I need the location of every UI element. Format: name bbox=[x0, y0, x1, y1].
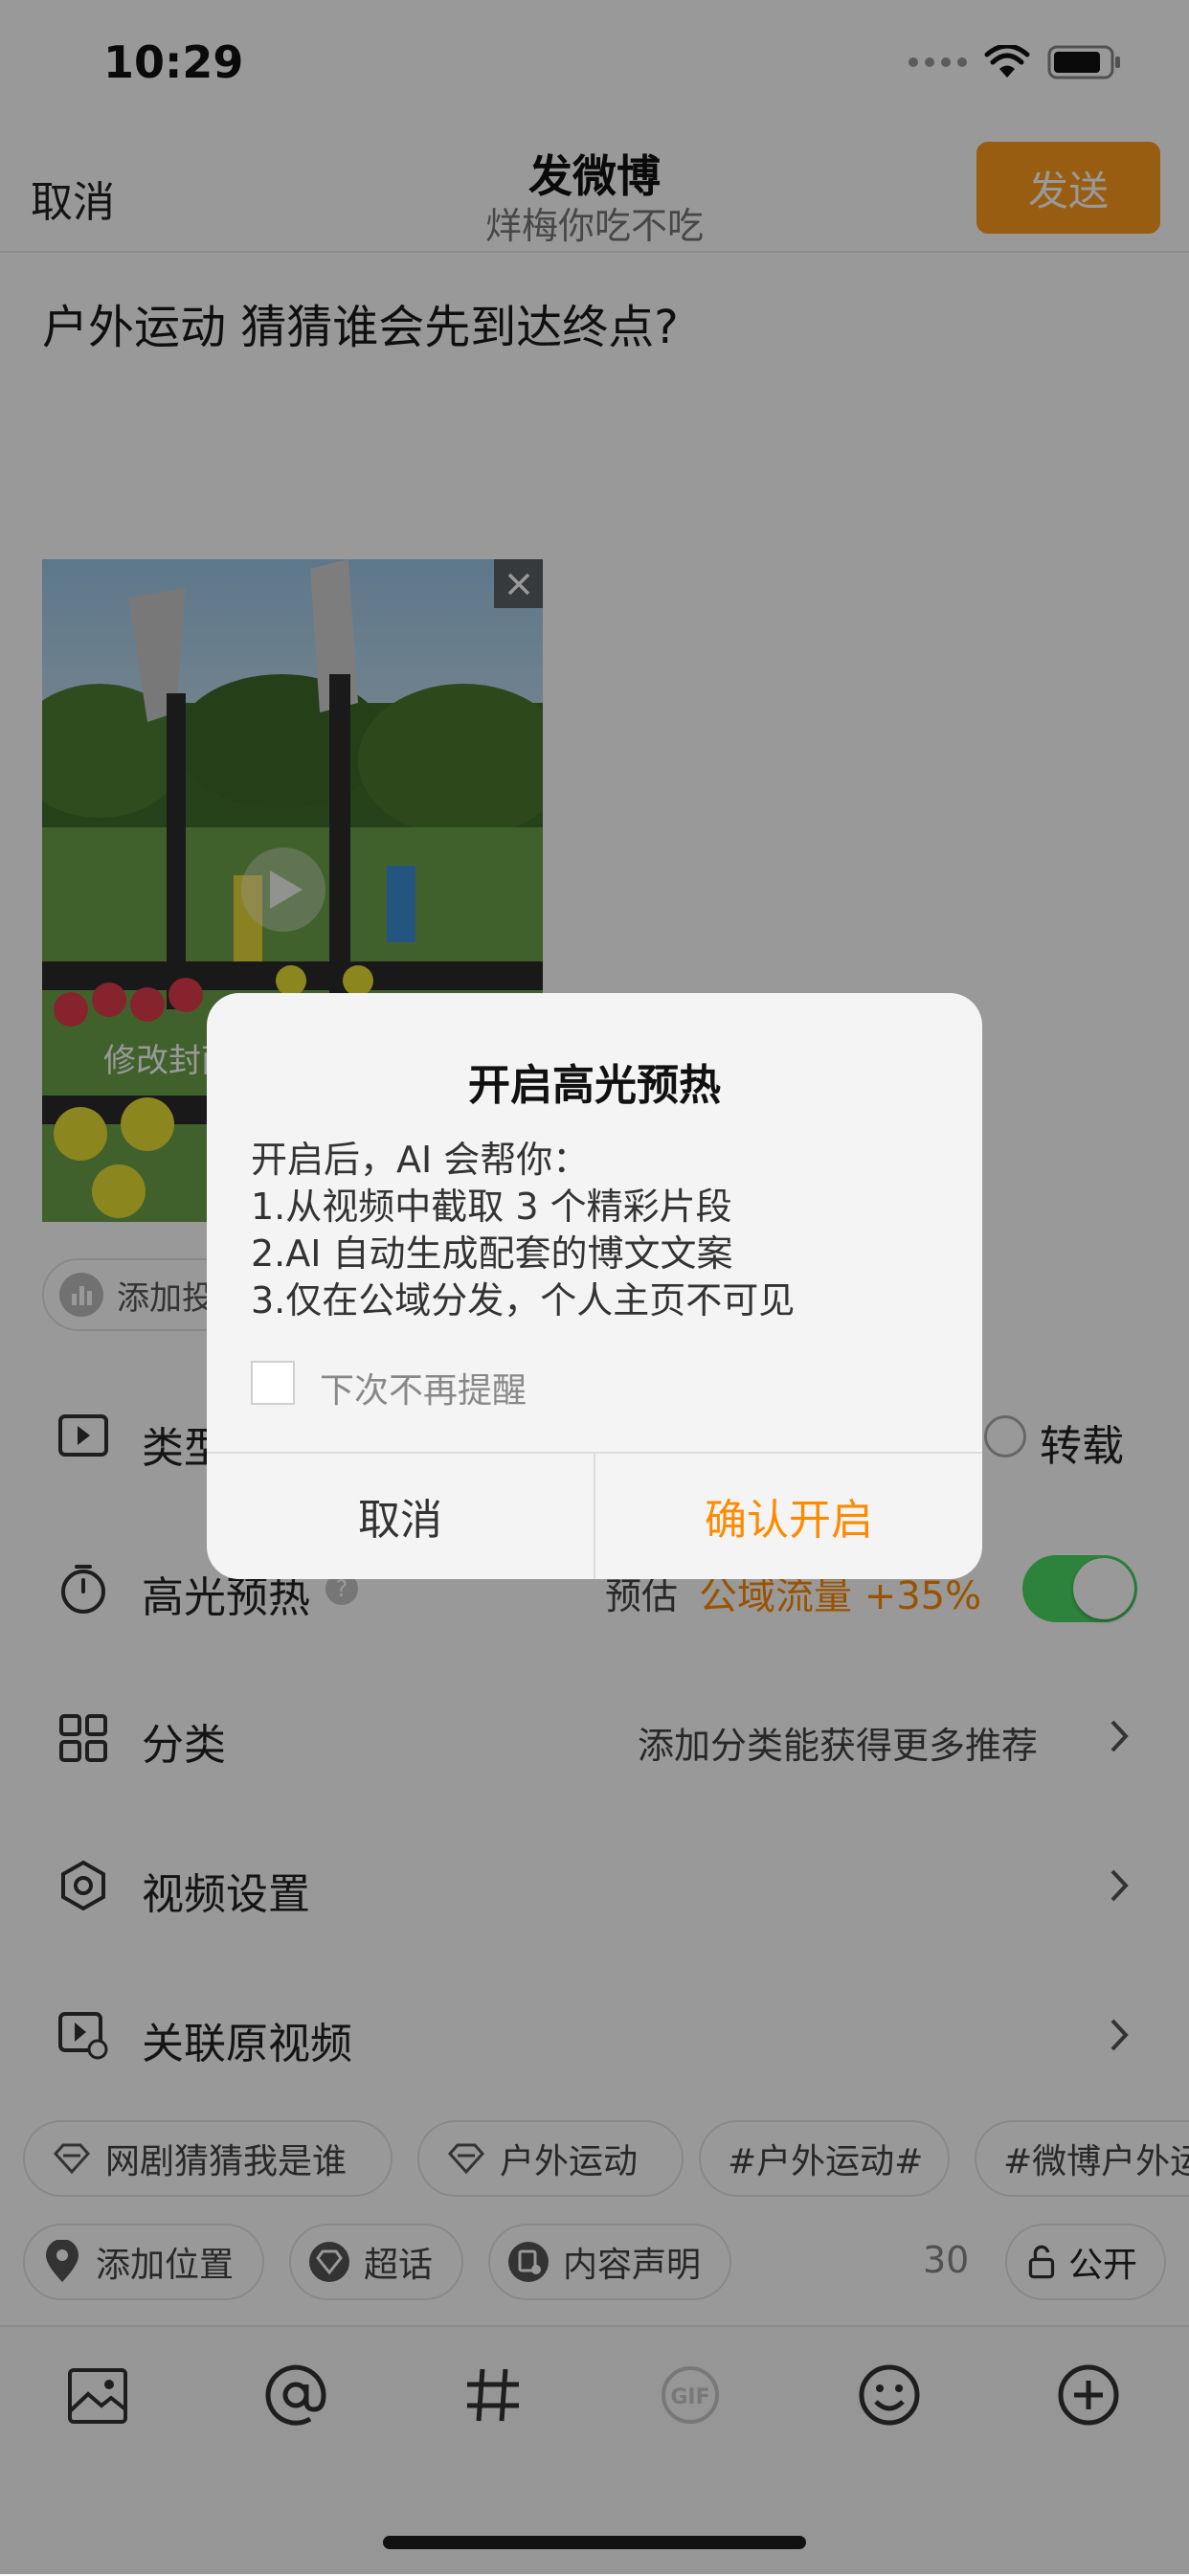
dialog-title: 开启高光预热 bbox=[468, 1061, 721, 1110]
dialog-body-line: 2.AI 自动生成配套的博文文案 bbox=[251, 1232, 733, 1275]
dialog-confirm-button[interactable]: 确认开启 bbox=[595, 1452, 982, 1579]
dont-remind-label[interactable]: 下次不再提醒 bbox=[320, 1363, 527, 1412]
dialog-body: 开启后，AI 会帮你： 1.从视频中截取 3 个精彩片段 2.AI 自动生成配套… bbox=[251, 1137, 795, 1324]
highlight-dialog: 开启高光预热 开启后，AI 会帮你： 1.从视频中截取 3 个精彩片段 2.AI… bbox=[207, 993, 982, 1579]
home-indicator[interactable] bbox=[383, 2536, 806, 2549]
dialog-body-line: 开启后，AI 会帮你： bbox=[251, 1139, 590, 1181]
dialog-body-line: 1.从视频中截取 3 个精彩片段 bbox=[251, 1186, 732, 1228]
dont-remind-checkbox[interactable] bbox=[251, 1361, 295, 1405]
dialog-body-line: 3.仅在公域分发，个人主页不可见 bbox=[251, 1279, 796, 1322]
dialog-cancel-button[interactable]: 取消 bbox=[207, 1452, 594, 1579]
